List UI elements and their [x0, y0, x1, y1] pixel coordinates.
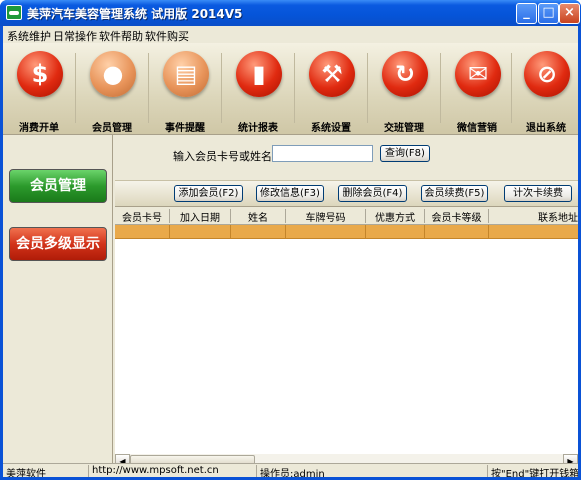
refresh-icon: ↻	[382, 51, 428, 97]
toolbar-label: 事件提醒	[165, 123, 205, 134]
title-bar[interactable]: 美萍汽车美容管理系统 试用版 2014V5 _ □ ×	[0, 0, 581, 26]
member-panel: 输入会员卡号或姓名: 查询(F8) 添加会员(F2) 修改信息(F3) 删除会员…	[115, 135, 578, 472]
edit-info-button[interactable]: 修改信息(F3)	[256, 185, 324, 202]
bar-chart-icon: ▮	[236, 51, 282, 97]
toolbar-divider	[440, 53, 441, 123]
toolbar-divider	[294, 53, 295, 123]
table-header: 会员卡号 加入日期 姓名 车牌号码 优惠方式 会员卡等级 联系地址	[115, 207, 578, 225]
sidebar: 会员管理 会员多级显示	[3, 135, 113, 463]
sidebar-member-multilevel-button[interactable]: 会员多级显示	[9, 227, 107, 261]
member-table[interactable]: 会员卡号 加入日期 姓名 车牌号码 优惠方式 会员卡等级 联系地址 ◀ ▶	[115, 206, 578, 472]
tools-icon: ⚒	[309, 51, 355, 97]
exit-icon: ⊘	[524, 51, 570, 97]
toolbar-consume-order-button[interactable]: $ 消费开单	[4, 47, 74, 134]
table-cell	[170, 225, 231, 239]
toolbar-divider	[75, 53, 76, 123]
table-cell	[231, 225, 286, 239]
toolbar-shift-manage-button[interactable]: ↻ 交班管理	[369, 47, 439, 134]
table-cell	[425, 225, 489, 239]
sidebar-member-manage-button[interactable]: 会员管理	[9, 169, 107, 203]
toolbar-label: 会员管理	[92, 123, 132, 134]
menu-bar: 系统维护 日常操作 软件帮助 软件购买	[3, 26, 578, 43]
delete-member-button[interactable]: 删除会员(F4)	[338, 185, 407, 202]
app-window: 美萍汽车美容管理系统 试用版 2014V5 _ □ × 系统维护 日常操作 软件…	[0, 0, 581, 480]
wechat-icon: ✉	[455, 51, 501, 97]
action-bar: 添加会员(F2) 修改信息(F3) 删除会员(F4) 会员续费(F5) 计次卡续…	[115, 180, 578, 206]
toolbar-event-reminder-button[interactable]: ▤ 事件提醒	[150, 47, 220, 134]
close-button[interactable]: ×	[559, 3, 580, 24]
maximize-button[interactable]: □	[538, 3, 559, 24]
toolbar-wechat-marketing-button[interactable]: ✉ 微信营销	[442, 47, 512, 134]
main-toolbar: $ 消费开单 ● 会员管理 ▤ 事件提醒 ▮ 统计报表 ⚒ 系统设置 ↻ 交班管…	[3, 43, 578, 135]
table-cell	[115, 225, 170, 239]
car-app-icon	[6, 5, 22, 20]
status-bar: 美萍软件 http://www.mpsoft.net.cn 操作员:admin …	[3, 463, 578, 477]
person-icon: ●	[90, 51, 136, 97]
column-header-discount[interactable]: 优惠方式	[366, 209, 425, 224]
dollar-icon: $	[17, 51, 63, 97]
count-card-renew-button[interactable]: 计次卡续费	[504, 185, 572, 202]
status-company: 美萍软件	[3, 465, 89, 477]
toolbar-divider	[367, 53, 368, 123]
toolbar-exit-button[interactable]: ⊘ 退出系统	[511, 47, 581, 134]
client-area: 系统维护 日常操作 软件帮助 软件购买 $ 消费开单 ● 会员管理 ▤ 事件提醒…	[3, 26, 578, 477]
menu-software-help[interactable]: 软件帮助	[99, 28, 143, 44]
column-header-plate-no[interactable]: 车牌号码	[286, 209, 366, 224]
query-button[interactable]: 查询(F8)	[380, 145, 430, 162]
search-input[interactable]	[272, 145, 373, 162]
toolbar-label: 退出系统	[526, 123, 566, 134]
toolbar-label: 系统设置	[311, 123, 351, 134]
toolbar-label: 微信营销	[457, 123, 497, 134]
toolbar-label: 消费开单	[19, 123, 59, 134]
window-title: 美萍汽车美容管理系统 试用版 2014V5	[27, 7, 243, 21]
toolbar-statistics-button[interactable]: ▮ 统计报表	[223, 47, 293, 134]
toolbar-label: 交班管理	[384, 123, 424, 134]
toolbar-divider	[148, 53, 149, 123]
minimize-button[interactable]: _	[516, 3, 537, 24]
column-header-name[interactable]: 姓名	[231, 209, 286, 224]
column-header-card-level[interactable]: 会员卡等级	[425, 209, 489, 224]
search-label: 输入会员卡号或姓名:	[173, 150, 276, 163]
menu-daily-operations[interactable]: 日常操作	[53, 28, 97, 44]
status-operator: 操作员:admin	[257, 465, 488, 477]
status-url[interactable]: http://www.mpsoft.net.cn	[89, 465, 257, 477]
book-icon: ▤	[163, 51, 209, 97]
table-cell	[286, 225, 366, 239]
table-row[interactable]	[115, 225, 578, 239]
menu-system-maintenance[interactable]: 系统维护	[7, 28, 51, 44]
toolbar-label: 统计报表	[238, 123, 278, 134]
column-header-address[interactable]: 联系地址	[489, 209, 578, 224]
toolbar-member-manage-button[interactable]: ● 会员管理	[77, 47, 147, 134]
column-header-join-date[interactable]: 加入日期	[170, 209, 231, 224]
add-member-button[interactable]: 添加会员(F2)	[174, 185, 243, 202]
status-hint: 按"End"键打开钱箱	[491, 469, 578, 477]
menu-software-purchase[interactable]: 软件购买	[145, 28, 189, 44]
table-cell	[366, 225, 425, 239]
toolbar-divider	[221, 53, 222, 123]
member-renew-button[interactable]: 会员续费(F5)	[421, 185, 488, 202]
column-header-card-no[interactable]: 会员卡号	[115, 209, 170, 224]
toolbar-system-settings-button[interactable]: ⚒ 系统设置	[296, 47, 366, 134]
